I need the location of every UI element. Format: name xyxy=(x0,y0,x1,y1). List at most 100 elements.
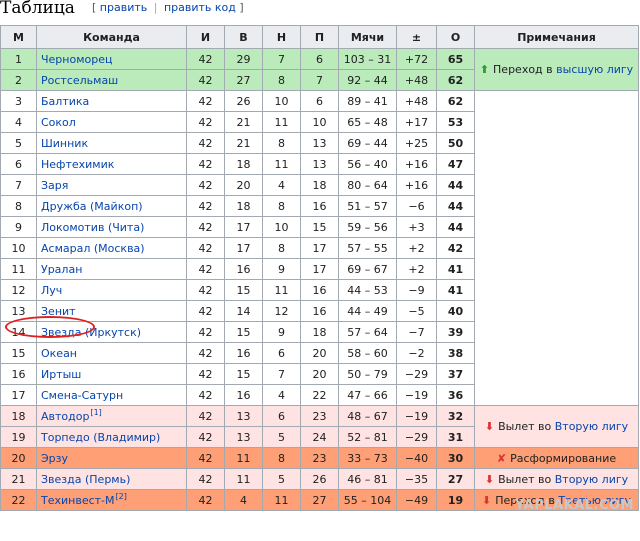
goals-cell: 57 – 64 xyxy=(338,321,397,343)
played-cell: 42 xyxy=(186,237,225,259)
col-header-lost[interactable]: П xyxy=(300,25,339,49)
goals-cell: 69 – 44 xyxy=(338,132,397,154)
won-cell: 29 xyxy=(224,48,263,70)
goal-diff-cell: −29 xyxy=(396,363,437,385)
lost-cell: 18 xyxy=(300,321,339,343)
position-cell: 13 xyxy=(0,300,37,322)
drawn-cell: 10 xyxy=(262,90,301,112)
goal-diff-cell: +17 xyxy=(396,111,437,133)
drawn-cell: 4 xyxy=(262,174,301,196)
played-cell: 42 xyxy=(186,132,225,154)
table-row: 18 Автодор[1] 42 13 6 23 48 – 67 −19 32 ⬇ Вылет во… xyxy=(0,405,639,448)
team-cell: Сокол xyxy=(36,111,187,133)
points-cell: 40 xyxy=(436,300,475,322)
played-cell: 42 xyxy=(186,90,225,112)
goal-diff-cell: +16 xyxy=(396,174,437,196)
team-link[interactable]: Техинвест-М xyxy=(41,494,115,507)
position-cell: 22 xyxy=(0,489,37,511)
team-link[interactable]: Асмарал (Москва) xyxy=(41,242,145,255)
team-link[interactable]: Дружба (Майкоп) xyxy=(41,200,143,213)
team-link[interactable]: Луч xyxy=(41,284,62,297)
drawn-cell: 9 xyxy=(262,258,301,280)
edit-link[interactable]: править xyxy=(100,1,147,14)
edit-code-link[interactable]: править код xyxy=(164,1,236,14)
drawn-cell: 11 xyxy=(262,111,301,133)
col-header-points[interactable]: О xyxy=(436,25,475,49)
col-header-drawn[interactable]: Н xyxy=(262,25,301,49)
drawn-cell: 11 xyxy=(262,489,301,511)
col-header-team[interactable]: Команда xyxy=(36,25,187,49)
col-header-won[interactable]: В xyxy=(224,25,263,49)
team-link[interactable]: Черноморец xyxy=(41,53,112,66)
col-header-played[interactable]: И xyxy=(186,25,225,49)
goal-diff-cell: −5 xyxy=(396,300,437,322)
note-text: Расформирование xyxy=(510,451,617,465)
won-cell: 14 xyxy=(224,300,263,322)
note-text: Вылет во xyxy=(498,420,555,433)
note-cell: ⬇ Вылет во Вторую лигу xyxy=(474,405,639,448)
note-cell: ⬆ Переход в высшую лигу xyxy=(474,48,639,91)
points-cell: 32 xyxy=(436,405,475,427)
position-cell: 11 xyxy=(0,258,37,280)
team-link[interactable]: Звезда (Иркутск) xyxy=(41,326,141,339)
team-link[interactable]: Ростсельмаш xyxy=(41,74,118,87)
note-link[interactable]: Вторую лигу xyxy=(555,473,628,486)
points-cell: 41 xyxy=(436,258,475,280)
goals-cell: 48 – 67 xyxy=(338,405,397,427)
team-link[interactable]: Уралан xyxy=(41,263,82,276)
team-link[interactable]: Автодор xyxy=(41,410,89,423)
team-link[interactable]: Заря xyxy=(41,179,68,192)
team-link[interactable]: Иртыш xyxy=(41,368,81,381)
won-cell: 4 xyxy=(224,489,263,511)
drawn-cell: 11 xyxy=(262,279,301,301)
note-link[interactable]: высшую лигу xyxy=(556,63,633,76)
goals-cell: 80 – 64 xyxy=(338,174,397,196)
played-cell: 42 xyxy=(186,342,225,364)
footnote-link[interactable]: [1] xyxy=(90,408,101,417)
won-cell: 18 xyxy=(224,195,263,217)
goal-diff-cell: −7 xyxy=(396,321,437,343)
position-cell: 17 xyxy=(0,384,37,406)
col-header-goals[interactable]: Мячи xyxy=(338,25,397,49)
team-cell: Техинвест-М[2] xyxy=(36,489,187,511)
note-cell: ✘ Расформирование xyxy=(474,447,639,469)
played-cell: 42 xyxy=(186,258,225,280)
team-link[interactable]: Эрзу xyxy=(41,452,68,465)
col-header-notes: Примечания xyxy=(474,25,639,49)
played-cell: 42 xyxy=(186,153,225,175)
team-link[interactable]: Смена-Сатурн xyxy=(41,389,123,402)
note-link[interactable]: Третью лигу xyxy=(558,494,631,507)
team-link[interactable]: Звезда (Пермь) xyxy=(41,473,130,486)
team-cell: Эрзу xyxy=(36,447,187,469)
note-cell-empty xyxy=(474,90,639,406)
points-cell: 31 xyxy=(436,426,475,448)
cross-icon: ✘ xyxy=(496,451,507,465)
goals-cell: 52 – 81 xyxy=(338,426,397,448)
won-cell: 21 xyxy=(224,132,263,154)
position-cell: 3 xyxy=(0,90,37,112)
team-link[interactable]: Океан xyxy=(41,347,77,360)
goal-diff-cell: −49 xyxy=(396,489,437,511)
goal-diff-cell: −19 xyxy=(396,384,437,406)
team-cell: Шинник xyxy=(36,132,187,154)
goals-cell: 50 – 79 xyxy=(338,363,397,385)
note-link[interactable]: Вторую лигу xyxy=(555,420,628,433)
col-header-diff[interactable]: ± xyxy=(396,25,437,49)
lost-cell: 17 xyxy=(300,237,339,259)
goals-cell: 44 – 49 xyxy=(338,300,397,322)
lost-cell: 16 xyxy=(300,279,339,301)
goals-cell: 58 – 60 xyxy=(338,342,397,364)
team-link[interactable]: Сокол xyxy=(41,116,76,129)
drawn-cell: 6 xyxy=(262,342,301,364)
played-cell: 42 xyxy=(186,405,225,427)
team-link[interactable]: Зенит xyxy=(41,305,76,318)
played-cell: 42 xyxy=(186,195,225,217)
col-header-pos[interactable]: М xyxy=(0,25,37,49)
team-link[interactable]: Нефтехимик xyxy=(41,158,114,171)
team-link[interactable]: Торпедо (Владимир) xyxy=(41,431,160,444)
footnote-link[interactable]: [2] xyxy=(116,492,127,501)
team-link[interactable]: Шинник xyxy=(41,137,88,150)
team-link[interactable]: Локомотив (Чита) xyxy=(41,221,144,234)
team-link[interactable]: Балтика xyxy=(41,95,89,108)
goals-cell: 44 – 53 xyxy=(338,279,397,301)
